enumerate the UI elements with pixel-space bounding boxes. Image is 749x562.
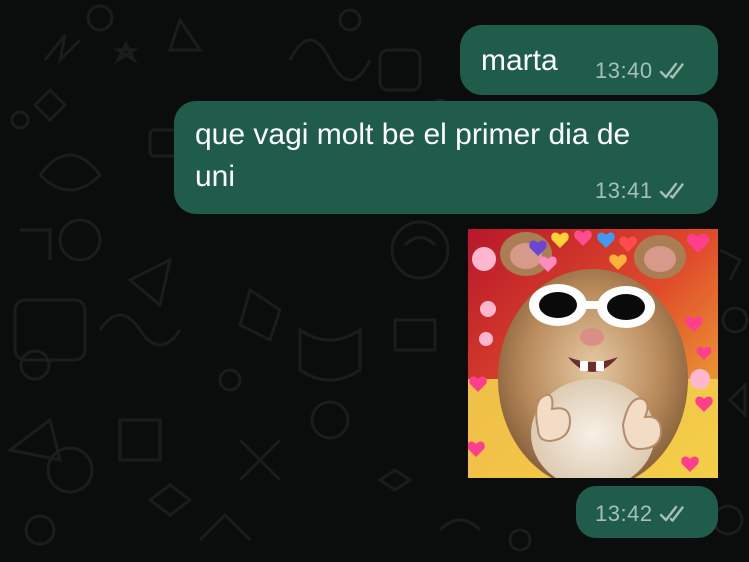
message-meta: 13:42 — [595, 501, 689, 527]
double-check-icon — [659, 182, 684, 199]
message-bubble-outgoing[interactable]: marta 13:40 — [460, 25, 718, 95]
double-check-icon — [659, 62, 684, 79]
message-timestamp: 13:40 — [595, 58, 653, 83]
sticker-meta-pill: 13:42 — [576, 486, 718, 538]
message-timestamp: 13:41 — [595, 178, 653, 203]
message-bubble-outgoing[interactable]: que vagi molt be el primer dia de uni 13… — [174, 101, 718, 214]
message-text: marta — [481, 44, 558, 77]
hamster-sticker[interactable] — [468, 229, 718, 478]
message-timestamp: 13:42 — [595, 501, 653, 526]
double-check-icon — [659, 505, 684, 522]
message-meta: 13:41 — [595, 178, 689, 204]
message-text-line: uni — [195, 160, 236, 193]
message-meta: 13:40 — [595, 58, 689, 84]
message-text-line: que vagi molt be el primer dia de — [195, 118, 631, 151]
